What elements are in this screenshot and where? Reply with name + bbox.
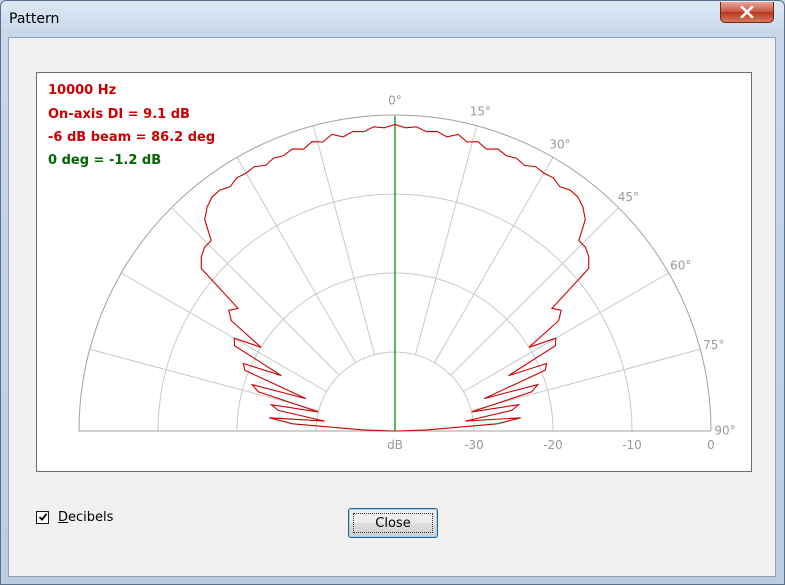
radial-tick-label: -30 bbox=[464, 438, 484, 452]
polar-plot-frame: 0° 15° 30° 45° 60° 75° 90° dB -30 -20 -10 0 10000 H… bbox=[36, 72, 752, 472]
beamwidth-text: -6 dB beam = 86.2 deg bbox=[48, 130, 216, 145]
angle-label: 30° bbox=[549, 138, 570, 152]
decibels-label-rest: ecibels bbox=[68, 509, 114, 525]
angle-gridline bbox=[414, 125, 478, 355]
angle-gridline bbox=[471, 348, 701, 412]
angle-label: 60° bbox=[670, 259, 691, 273]
decibels-checkbox[interactable] bbox=[36, 510, 49, 524]
angle-label: 0° bbox=[388, 94, 402, 108]
angle-label: 15° bbox=[470, 105, 491, 119]
zero-degree-level-text: 0 deg = -1.2 dB bbox=[48, 153, 162, 168]
checkmark-icon bbox=[38, 513, 47, 521]
radial-tick-label: -10 bbox=[622, 438, 642, 452]
decibels-accelerator: D bbox=[58, 509, 69, 525]
angle-label: 45° bbox=[618, 190, 639, 204]
window-title: Pattern bbox=[9, 11, 60, 27]
close-icon bbox=[740, 6, 754, 18]
angle-gridline bbox=[312, 125, 376, 355]
radial-tick-label: dB bbox=[387, 438, 403, 452]
decibels-checkbox-row[interactable]: Decibels bbox=[36, 508, 113, 526]
decibels-label: Decibels bbox=[58, 510, 113, 525]
close-button[interactable]: Close bbox=[348, 508, 438, 538]
angle-gridline bbox=[89, 348, 319, 412]
window-close-button[interactable] bbox=[720, 2, 774, 23]
frequency-text: 10000 Hz bbox=[48, 83, 117, 98]
angle-label: 75° bbox=[703, 338, 724, 352]
focus-rectangle bbox=[353, 513, 433, 533]
radial-tick-label: -20 bbox=[543, 438, 563, 452]
angle-label: 90° bbox=[714, 424, 735, 438]
radial-tick-label: 0 bbox=[707, 438, 715, 452]
directivity-index-text: On-axis DI = 9.1 dB bbox=[48, 107, 190, 122]
